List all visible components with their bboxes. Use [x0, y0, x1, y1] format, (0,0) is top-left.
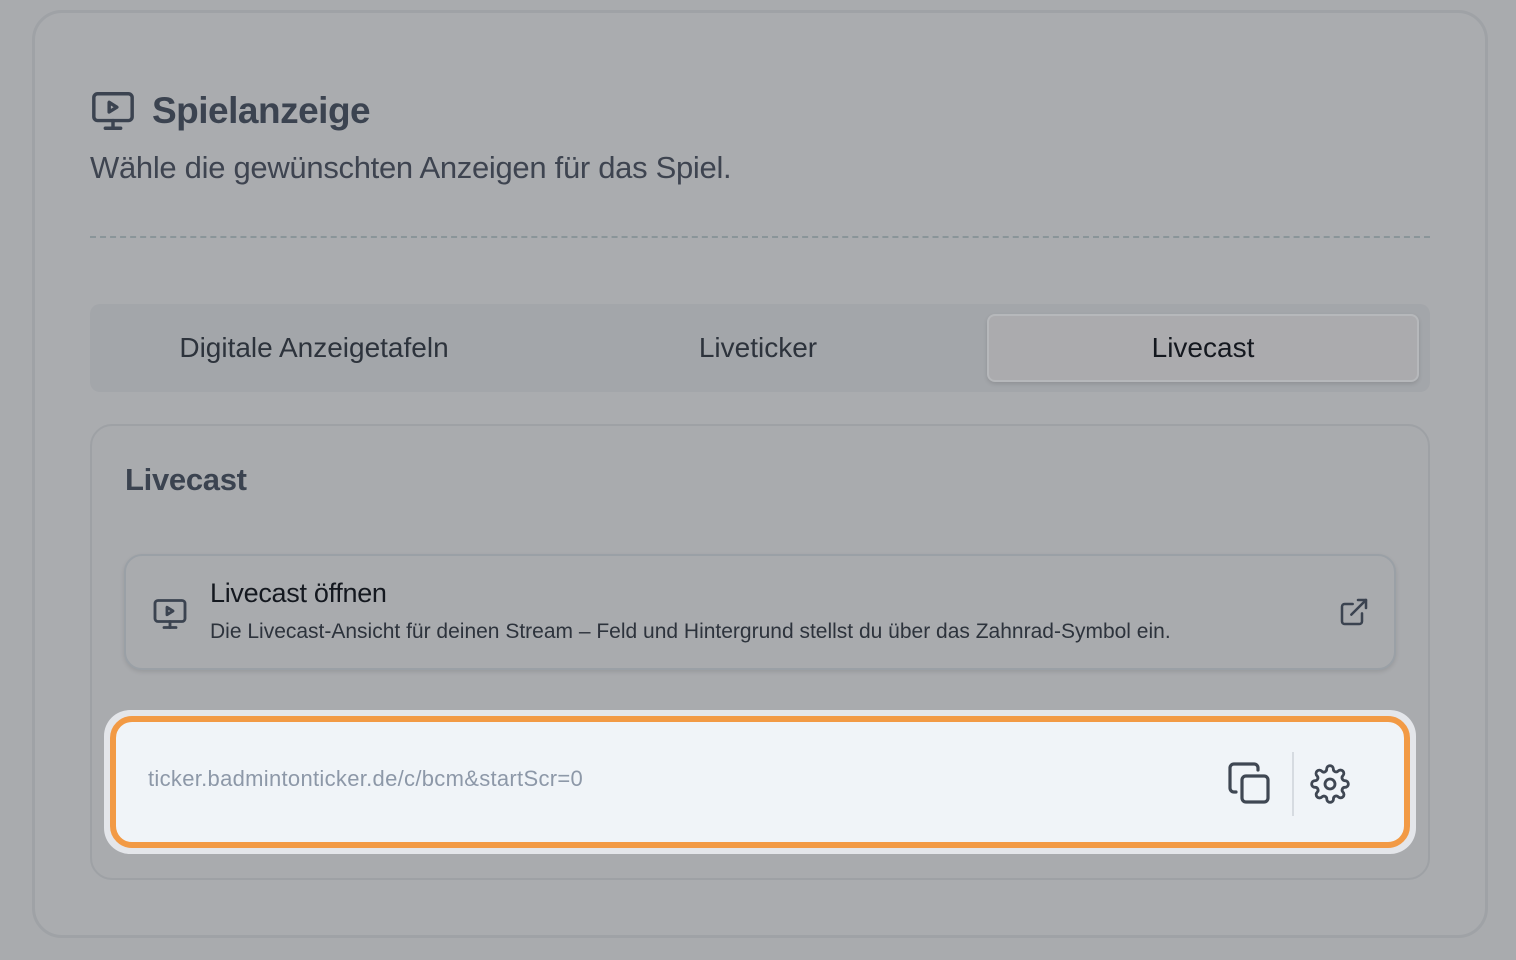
livecast-url-text[interactable]: ticker.badmintonticker.de/c/bcm&startScr… [148, 766, 583, 792]
section-subtitle: Wähle die gewünschten Anzeigen für das S… [90, 150, 732, 185]
tab-digital-scoreboards[interactable]: Digitale Anzeigetafeln [98, 314, 530, 382]
tab-livecast[interactable]: Livecast [987, 314, 1419, 382]
section-header: Spielanzeige [90, 88, 371, 134]
panel-title: Livecast [125, 462, 247, 497]
monitor-play-icon [90, 88, 136, 134]
open-livecast-description: Die Livecast-Ansicht für deinen Stream –… [210, 620, 1171, 643]
copy-icon[interactable] [1226, 760, 1274, 808]
gear-icon[interactable] [1310, 764, 1350, 804]
dashed-divider [90, 236, 1430, 238]
monitor-play-icon [152, 596, 188, 632]
open-livecast-card[interactable]: Livecast öffnen Die Livecast-Ansicht für… [124, 554, 1396, 670]
livecast-url-highlight: ticker.badmintonticker.de/c/bcm&startScr… [104, 710, 1416, 854]
livecast-url-field[interactable]: ticker.badmintonticker.de/c/bcm&startScr… [110, 716, 1410, 848]
external-link-icon[interactable] [1338, 596, 1370, 628]
icon-separator [1292, 752, 1294, 816]
tab-liveticker[interactable]: Liveticker [542, 314, 974, 382]
section-title: Spielanzeige [152, 90, 371, 131]
display-tabs: Digitale Anzeigetafeln Liveticker Liveca… [90, 304, 1430, 392]
open-livecast-title: Livecast öffnen [210, 578, 387, 608]
